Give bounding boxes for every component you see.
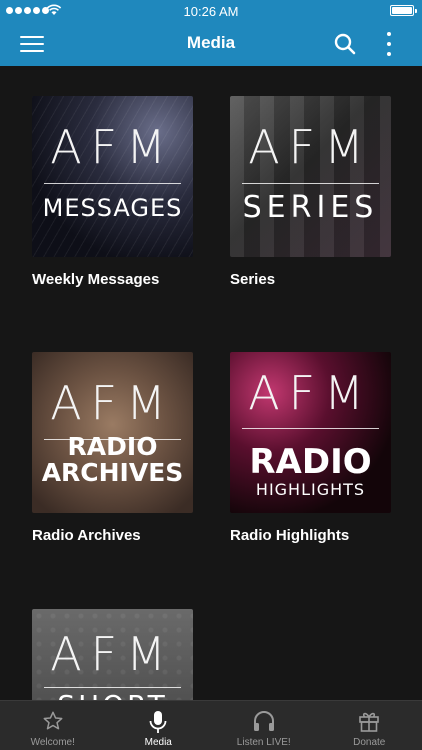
thumb-title: AFM [248, 120, 373, 174]
page-title: Media [186, 33, 236, 52]
tab-label: Listen LIVE! [236, 737, 291, 748]
media-card-radio-highlights[interactable]: AFM RADIO HIGHLIGHTS Radio Highlights [230, 352, 391, 544]
thumb-title: AFM [50, 120, 175, 174]
microphone-icon [149, 711, 167, 733]
thumb-title: AFM [248, 366, 373, 420]
thumb-divider [44, 687, 181, 688]
media-card-label: Radio Highlights [230, 527, 350, 544]
thumb-subtitle: RADIO [249, 442, 372, 482]
media-thumbnail: AFM SHORT [32, 609, 193, 700]
media-card-short[interactable]: AFM SHORT [32, 609, 193, 700]
thumb-divider [242, 183, 379, 184]
gift-icon [359, 712, 380, 732]
media-thumbnail: AFM RADIO HIGHLIGHTS [230, 352, 391, 513]
media-card-radio-archives[interactable]: AFM RADIO ARCHIVES Radio Archives [32, 352, 193, 544]
thumb-title: AFM [50, 627, 175, 681]
more-options-icon[interactable] [384, 32, 394, 56]
headphones-icon [253, 711, 274, 731]
tab-welcome[interactable]: Welcome! [0, 701, 106, 750]
tab-label: Welcome! [30, 737, 75, 748]
tab-label: Media [144, 737, 172, 748]
thumb-subtitle: SHORT [32, 689, 193, 700]
thumb-divider [44, 183, 181, 184]
status-time: 10:26 AM [183, 4, 239, 19]
thumb-divider [242, 428, 379, 429]
star-icon [43, 711, 63, 730]
app-header: 10:26 AM Media [0, 0, 422, 66]
thumb-subtitle: ARCHIVES [41, 458, 184, 487]
thumb-subtitle: HIGHLIGHTS [255, 480, 366, 499]
battery-icon [390, 5, 417, 16]
tab-listen-live[interactable]: Listen LIVE! [211, 701, 317, 750]
tab-media[interactable]: Media [106, 701, 212, 750]
media-thumbnail: AFM MESSAGES [32, 96, 193, 257]
tab-label: Donate [353, 737, 386, 748]
media-thumbnail: AFM RADIO ARCHIVES [32, 352, 193, 513]
tab-donate[interactable]: Donate [317, 701, 422, 750]
media-card-label: Radio Archives [32, 527, 141, 544]
thumb-subtitle: MESSAGES [42, 194, 183, 222]
media-thumbnail: AFM SERIES [230, 96, 391, 257]
media-card-label: Series [230, 271, 276, 288]
search-icon[interactable] [334, 33, 356, 55]
media-card-series[interactable]: AFM SERIES Series [230, 96, 391, 288]
thumb-subtitle: SERIES [242, 190, 379, 225]
media-card-label: Weekly Messages [32, 271, 160, 288]
status-bar: 10:26 AM [0, 0, 422, 22]
tab-bar: Welcome! Media Listen LIVE! Donate [0, 700, 422, 750]
media-card-weekly-messages[interactable]: AFM MESSAGES Weekly Messages [32, 96, 193, 288]
thumb-subtitle: RADIO [67, 432, 158, 461]
thumb-title: AFM [50, 376, 175, 430]
media-grid: AFM MESSAGES Weekly Messages AFM SERIES … [0, 66, 422, 700]
